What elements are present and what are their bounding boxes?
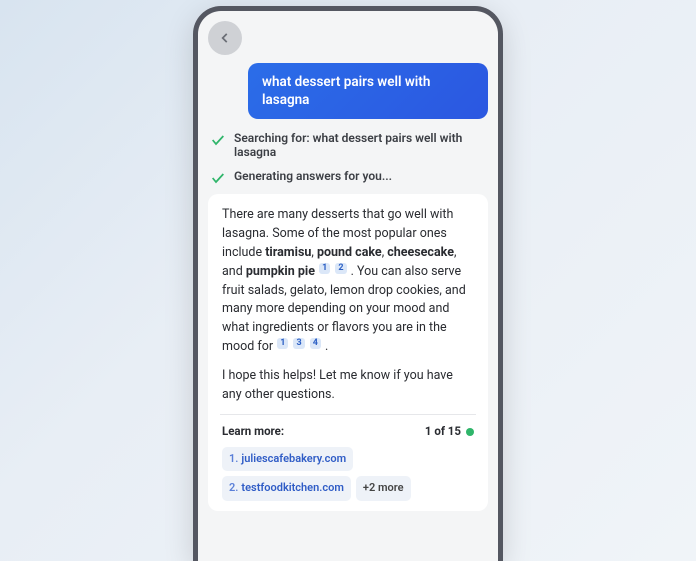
status-searching: Searching for: what dessert pairs well w… [208, 129, 488, 161]
citation-4[interactable]: 4 [310, 338, 321, 349]
phone-frame: what dessert pairs well with lasagna Sea… [193, 6, 503, 561]
learn-more-label: Learn more: [222, 423, 284, 440]
citation-1b[interactable]: 1 [277, 338, 288, 349]
user-message-text: what dessert pairs well with lasagna [262, 74, 430, 108]
status-generating-text: Generating answers for you... [234, 169, 392, 183]
chat-screen: what dessert pairs well with lasagna Sea… [198, 11, 498, 561]
source-count-wrap: 1 of 15 [425, 423, 474, 440]
check-icon [210, 170, 226, 186]
divider [220, 414, 476, 415]
source-chip-more[interactable]: +2 more [356, 476, 411, 501]
check-icon [210, 132, 226, 148]
answer-card: There are many desserts that go well wit… [208, 194, 488, 510]
answer-paragraph-1: There are many desserts that go well wit… [222, 206, 474, 356]
status-generating: Generating answers for you... [208, 167, 488, 188]
source-list: 1.juliescafebakery.com 2.testfoodkitchen… [222, 447, 474, 501]
user-message-bubble: what dessert pairs well with lasagna [248, 63, 488, 119]
back-button[interactable] [208, 21, 242, 55]
learn-more-header: Learn more: 1 of 15 [222, 423, 474, 440]
status-dot-icon [466, 428, 474, 436]
citation-1[interactable]: 1 [319, 263, 330, 274]
source-chip-2[interactable]: 2.testfoodkitchen.com [222, 476, 351, 501]
citation-2[interactable]: 2 [335, 263, 346, 274]
citation-3[interactable]: 3 [293, 338, 304, 349]
source-count: 1 of 15 [425, 423, 461, 440]
chevron-left-icon [218, 31, 232, 45]
answer-paragraph-2: I hope this helps! Let me know if you ha… [222, 367, 474, 405]
status-searching-text: Searching for: what dessert pairs well w… [234, 131, 486, 159]
source-chip-1[interactable]: 1.juliescafebakery.com [222, 447, 353, 472]
